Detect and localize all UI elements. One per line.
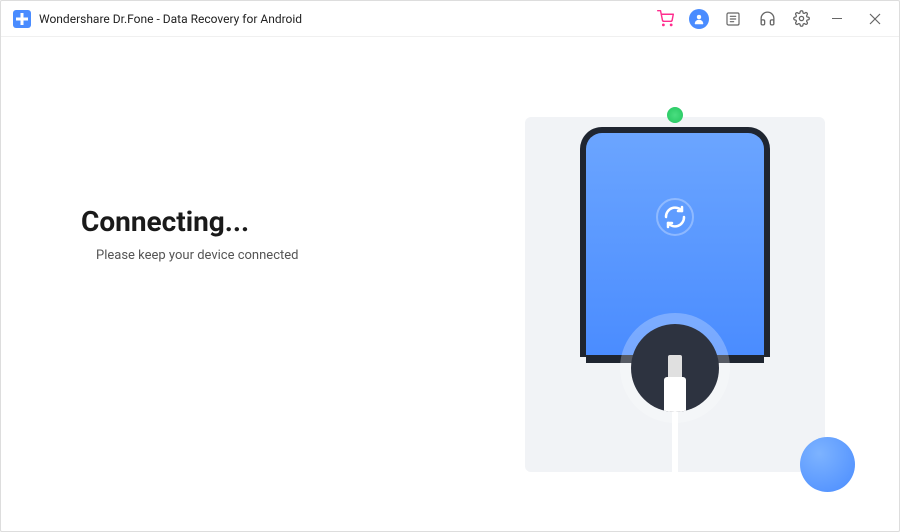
close-icon[interactable] (863, 9, 887, 29)
status-subtitle: Please keep your device connected (96, 248, 450, 263)
settings-icon[interactable] (791, 9, 811, 29)
minimize-icon[interactable] (825, 9, 849, 29)
green-dot-decoration (667, 107, 683, 123)
titlebar-right (655, 9, 887, 29)
titlebar-left: Wondershare Dr.Fone - Data Recovery for … (13, 10, 302, 28)
connector-circle (631, 324, 719, 412)
app-title: Wondershare Dr.Fone - Data Recovery for … (39, 12, 302, 26)
support-icon[interactable] (757, 9, 777, 29)
blue-ball-decoration (800, 437, 855, 492)
content-area: Connecting... Please keep your device co… (1, 37, 899, 531)
cart-icon[interactable] (655, 9, 675, 29)
status-panel: Connecting... Please keep your device co… (1, 37, 450, 531)
usb-cable (672, 412, 678, 472)
app-logo (13, 10, 31, 28)
status-title: Connecting... (81, 205, 450, 238)
app-window: Wondershare Dr.Fone - Data Recovery for … (0, 0, 900, 532)
usb-connector (664, 355, 686, 412)
illustration-panel (450, 37, 899, 531)
titlebar: Wondershare Dr.Fone - Data Recovery for … (1, 1, 899, 37)
sync-icon (656, 198, 694, 236)
feedback-icon[interactable] (723, 9, 743, 29)
user-icon[interactable] (689, 9, 709, 29)
illustration-bg (525, 117, 825, 472)
